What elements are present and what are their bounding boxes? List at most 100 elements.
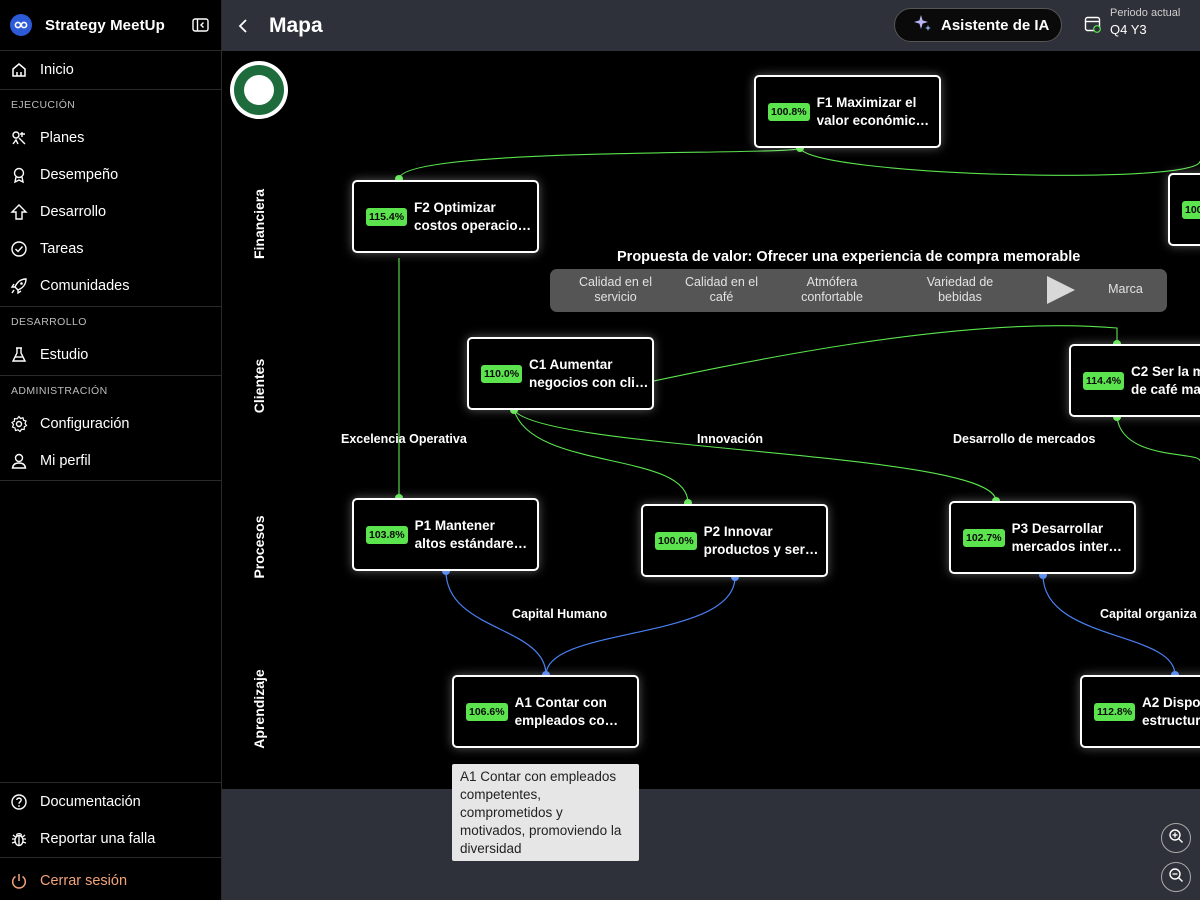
collapse-sidebar-icon[interactable] xyxy=(191,17,209,33)
nav-label: Reportar una falla xyxy=(40,830,156,847)
strategy-map-canvas[interactable]: Financiera Clientes Procesos Aprendizaje… xyxy=(222,51,1200,789)
node-title: empleados co… xyxy=(514,712,619,728)
nav-item-mi-perfil[interactable]: Mi perfil xyxy=(0,442,221,479)
lane-aprendizaje: Aprendizaje xyxy=(251,669,267,749)
period-label: Periodo actual xyxy=(1110,7,1181,19)
brand: Strategy MeetUp xyxy=(0,0,221,51)
nav-label: Comunidades xyxy=(40,277,130,294)
node-title: A2 Dispon xyxy=(1142,694,1200,710)
progress-badge: 110.0% xyxy=(481,364,523,383)
nav-item-comunidades[interactable]: Comunidades xyxy=(0,267,221,304)
section-desarrollo: DESARROLLO xyxy=(0,306,221,336)
nav-label: Mi perfil xyxy=(40,452,91,469)
progress-badge: 114.4% xyxy=(1083,371,1125,390)
theme-desarrollo-mercados: Desarrollo de mercados xyxy=(953,432,1096,446)
objective-node-p3[interactable]: 102.7% P3 Desarrollar mercados inter… xyxy=(949,501,1136,574)
sidebar-divider xyxy=(0,857,221,858)
progress-badge: 100.8% xyxy=(768,102,810,121)
nav-item-tareas[interactable]: Tareas xyxy=(0,230,221,267)
node-title: negocios con cli… xyxy=(529,374,649,390)
nav-item-estudio[interactable]: Estudio xyxy=(0,336,221,373)
section-administracion: ADMINISTRACIÓN xyxy=(0,375,221,405)
nav-item-reportar[interactable]: Reportar una falla xyxy=(0,820,221,857)
link-p2-c1 xyxy=(513,409,689,504)
nav-item-planes[interactable]: Planes xyxy=(0,119,221,156)
node-title: C2 Ser la m xyxy=(1131,363,1200,379)
node-title: valor económic… xyxy=(816,112,930,128)
value-item: Calidad en el café xyxy=(685,275,758,304)
home-icon xyxy=(10,61,28,79)
progress-badge: 100 xyxy=(1182,200,1200,219)
objective-node-f1[interactable]: 100.8% F1 Maximizar el valor económic… xyxy=(754,75,941,148)
objective-node-c2[interactable]: 114.4% C2 Ser la m de café ma xyxy=(1069,344,1200,417)
app-name: Strategy MeetUp xyxy=(45,16,165,34)
objective-node-f3[interactable]: 100 xyxy=(1168,173,1200,246)
current-period[interactable]: Periodo actual Q4 Y3 xyxy=(1084,7,1180,37)
nav-label: Documentación xyxy=(40,793,141,810)
node-title: costos operacio… xyxy=(414,217,532,233)
objective-node-c1[interactable]: 110.0% C1 Aumentar negocios con cli… xyxy=(467,337,654,410)
objective-node-a1[interactable]: 106.6% A1 Contar con empleados co… xyxy=(452,675,639,748)
node-title: C1 Aumentar xyxy=(529,356,613,372)
theme-capital-org: Capital organiza xyxy=(1100,607,1197,621)
node-title: de café ma xyxy=(1131,381,1200,397)
link-c2-right xyxy=(1116,416,1200,462)
bug-icon xyxy=(10,830,28,848)
node-title: P2 Innovar xyxy=(703,523,773,539)
zoom-out-button[interactable] xyxy=(1161,862,1191,892)
check-circle-icon xyxy=(10,240,28,258)
zoom-in-icon xyxy=(1168,828,1184,849)
nav-label: Tareas xyxy=(40,240,84,257)
nav-item-inicio[interactable]: Inicio xyxy=(0,51,221,89)
value-proposition-title: Propuesta de valor: Ofrecer una experien… xyxy=(617,249,1081,265)
sidebar-divider xyxy=(0,480,221,481)
zoom-in-button[interactable] xyxy=(1161,823,1191,853)
nav-item-desempeno[interactable]: Desempeño xyxy=(0,156,221,193)
progress-badge: 115.4% xyxy=(366,207,408,226)
node-tooltip: A1 Contar con empleados competentes, com… xyxy=(452,764,639,861)
link-f2-f1 xyxy=(398,147,801,180)
ai-assistant-label: Asistente de IA xyxy=(941,16,1050,34)
link-f1-f3 xyxy=(799,147,1200,176)
value-arrow-icon xyxy=(1047,276,1075,304)
logout-button[interactable]: Cerrar sesión xyxy=(0,862,221,899)
progress-badge: 100.0% xyxy=(655,531,697,550)
zoom-out-icon xyxy=(1168,867,1184,888)
node-title: A1 Contar con xyxy=(514,694,607,710)
nav-label: Inicio xyxy=(40,62,74,78)
progress-badge: 106.6% xyxy=(466,702,508,721)
nav-item-configuracion[interactable]: Configuración xyxy=(0,405,221,442)
value-proposition-bar: Calidad en el servicio Calidad en el caf… xyxy=(550,269,1167,312)
value-item: Variedad de bebidas xyxy=(926,275,994,304)
arrow-up-icon xyxy=(10,203,28,221)
node-title: estructur xyxy=(1142,712,1200,728)
node-title: P3 Desarrollar xyxy=(1011,520,1104,536)
link-a1-p2 xyxy=(545,576,736,676)
page-title: Mapa xyxy=(269,13,323,37)
node-title: altos estándare… xyxy=(414,535,528,551)
objective-node-f2[interactable]: 115.4% F2 Optimizar costos operacio… xyxy=(352,180,539,253)
node-title: P1 Mantener xyxy=(414,517,495,533)
objective-node-p2[interactable]: 100.0% P2 Innovar productos y ser… xyxy=(641,504,828,577)
node-title: productos y ser… xyxy=(703,541,819,557)
flask-icon xyxy=(10,346,28,364)
nav-item-desarrollo[interactable]: Desarrollo xyxy=(0,193,221,230)
period-value: Q4 Y3 xyxy=(1110,22,1147,37)
nav-label: Configuración xyxy=(40,415,130,432)
top-header: Mapa Asistente de IA Periodo actual Q4 Y… xyxy=(222,0,1200,51)
nav-label: Estudio xyxy=(40,346,89,363)
objective-node-a2[interactable]: 112.8% A2 Dispon estructur xyxy=(1080,675,1200,748)
plans-icon xyxy=(10,129,28,147)
ai-assistant-button[interactable]: Asistente de IA xyxy=(894,8,1062,42)
lane-clientes: Clientes xyxy=(251,358,267,414)
app-logo-icon xyxy=(10,14,32,36)
back-arrow-icon[interactable] xyxy=(238,18,252,34)
nav-item-documentacion[interactable]: Documentación xyxy=(0,783,221,820)
progress-badge: 102.7% xyxy=(963,528,1005,547)
lane-financiera: Financiera xyxy=(251,188,267,260)
map-connectors xyxy=(395,144,1200,679)
objective-node-p1[interactable]: 103.8% P1 Mantener altos estándare… xyxy=(352,498,539,571)
map-footer-area xyxy=(222,789,1200,900)
help-icon xyxy=(10,793,28,811)
nav-label: Desarrollo xyxy=(40,203,107,220)
